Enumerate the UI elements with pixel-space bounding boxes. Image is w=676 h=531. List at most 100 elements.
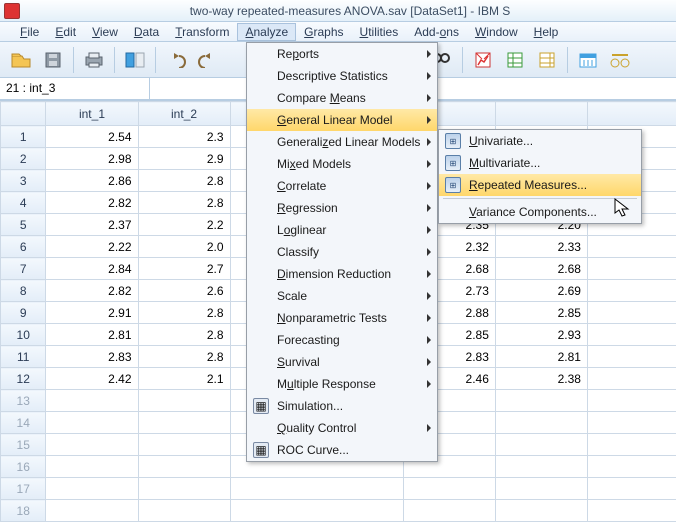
cell[interactable]: 2.54 [46,126,138,148]
cell[interactable] [46,412,138,434]
cell[interactable]: 2.42 [46,368,138,390]
row-header[interactable]: 5 [1,214,46,236]
cell[interactable]: 2.93 [495,324,587,346]
cell[interactable] [138,412,230,434]
menu-add-ons[interactable]: Add-ons [406,23,467,41]
menu-item-mixed-models[interactable]: Mixed Models [247,153,437,175]
menu-item-loglinear[interactable]: Loglinear [247,219,437,241]
cell[interactable] [587,456,676,478]
cell[interactable] [587,346,676,368]
menu-view[interactable]: View [84,23,126,41]
cell[interactable] [230,500,403,522]
cell[interactable]: 2.37 [46,214,138,236]
row-header[interactable]: 7 [1,258,46,280]
cell[interactable] [587,434,676,456]
preview-icon[interactable] [120,46,150,74]
cell[interactable] [587,368,676,390]
cell[interactable] [138,456,230,478]
cell[interactable]: 2.33 [495,236,587,258]
print-icon[interactable] [79,46,109,74]
cell[interactable] [587,302,676,324]
cell[interactable] [138,478,230,500]
undo-icon[interactable] [161,46,191,74]
cell[interactable] [587,412,676,434]
weight-icon[interactable] [605,46,635,74]
row-header[interactable]: 8 [1,280,46,302]
cell[interactable] [587,236,676,258]
menu-item-nonparametric-tests[interactable]: Nonparametric Tests [247,307,437,329]
cell[interactable]: 2.69 [495,280,587,302]
menu-item-generalized-linear-models[interactable]: Generalized Linear Models [247,131,437,153]
cell[interactable] [403,500,495,522]
cell[interactable] [587,324,676,346]
cell[interactable] [495,500,587,522]
row-header[interactable]: 2 [1,148,46,170]
cell[interactable]: 2.82 [46,192,138,214]
cell[interactable] [495,390,587,412]
menu-item-multiple-response[interactable]: Multiple Response [247,373,437,395]
menu-window[interactable]: Window [467,23,526,41]
cell[interactable] [587,258,676,280]
menu-data[interactable]: Data [126,23,167,41]
cell[interactable]: 2.82 [46,280,138,302]
save-icon[interactable] [38,46,68,74]
cell[interactable] [495,434,587,456]
cell[interactable] [495,456,587,478]
cell[interactable] [587,500,676,522]
row-header[interactable]: 15 [1,434,46,456]
menu-item-correlate[interactable]: Correlate [247,175,437,197]
cell[interactable] [587,280,676,302]
cell-ref-label[interactable]: 21 : int_3 [0,78,150,99]
cell[interactable] [230,478,403,500]
cell[interactable]: 2.3 [138,126,230,148]
menu-item-forecasting[interactable]: Forecasting [247,329,437,351]
cell[interactable] [495,478,587,500]
cell[interactable]: 2.0 [138,236,230,258]
cell[interactable] [587,478,676,500]
open-icon[interactable] [6,46,36,74]
row-header[interactable]: 6 [1,236,46,258]
menu-utilities[interactable]: Utilities [352,23,407,41]
cell[interactable] [46,478,138,500]
cell[interactable] [138,500,230,522]
menu-item-survival[interactable]: Survival [247,351,437,373]
row-header[interactable]: 18 [1,500,46,522]
cell[interactable] [46,456,138,478]
cell[interactable]: 2.38 [495,368,587,390]
cell[interactable] [587,390,676,412]
col-header-blank[interactable] [495,102,587,126]
glm-submenu[interactable]: ⊞Univariate...⊞Multivariate...⊞Repeated … [438,129,642,224]
row-header[interactable]: 3 [1,170,46,192]
cell[interactable]: 2.98 [46,148,138,170]
cell[interactable]: 2.8 [138,302,230,324]
cell[interactable]: 2.9 [138,148,230,170]
row-header[interactable]: 4 [1,192,46,214]
col-header[interactable]: int_1 [46,102,138,126]
col-header-blank[interactable] [587,102,676,126]
row-header[interactable]: 9 [1,302,46,324]
table-yellow-icon[interactable] [532,46,562,74]
row-header[interactable]: 17 [1,478,46,500]
menu-item-quality-control[interactable]: Quality Control [247,417,437,439]
cell[interactable]: 2.1 [138,368,230,390]
menu-item-variance-components[interactable]: Variance Components... [439,201,641,223]
menu-transform[interactable]: Transform [167,23,237,41]
cell[interactable]: 2.86 [46,170,138,192]
menu-help[interactable]: Help [526,23,567,41]
menu-item-compare-means[interactable]: Compare Means [247,87,437,109]
grid-corner[interactable] [1,102,46,126]
cell[interactable]: 2.22 [46,236,138,258]
chart-icon[interactable] [468,46,498,74]
menu-item-univariate[interactable]: ⊞Univariate... [439,130,641,152]
menu-item-scale[interactable]: Scale [247,285,437,307]
cell[interactable]: 2.8 [138,346,230,368]
row-header[interactable]: 12 [1,368,46,390]
cell[interactable] [46,434,138,456]
menu-item-multivariate[interactable]: ⊞Multivariate... [439,152,641,174]
cell[interactable] [46,500,138,522]
row-header[interactable]: 11 [1,346,46,368]
cell[interactable] [138,390,230,412]
menu-analyze[interactable]: Analyze [237,23,296,41]
redo-icon[interactable] [193,46,223,74]
menu-item-general-linear-model[interactable]: General Linear Model [247,109,437,131]
